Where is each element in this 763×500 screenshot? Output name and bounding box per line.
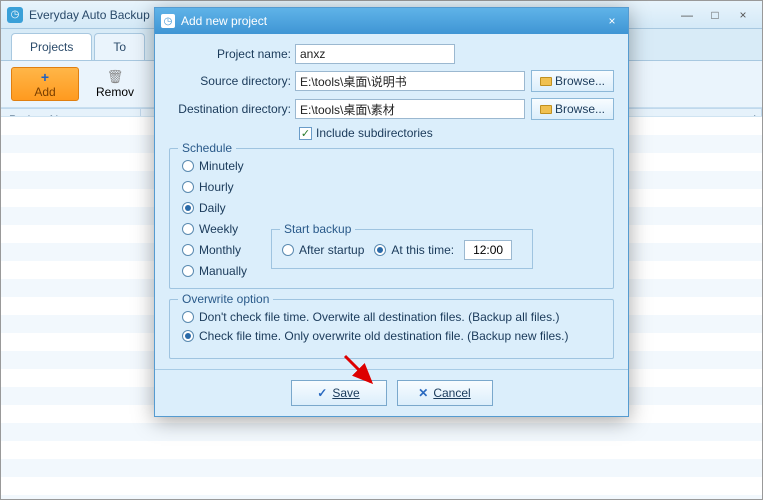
overwrite-fieldset: Overwrite option Don't check file time. … (169, 299, 614, 359)
browse-source-button[interactable]: Browse... (531, 70, 614, 92)
schedule-fieldset: Schedule Minutely Hourly Daily Weekly Mo… (169, 148, 614, 289)
include-sub-checkbox[interactable]: ✓ (299, 127, 312, 140)
add-label: Add (34, 85, 55, 99)
remove-button[interactable]: 🗑 Remov (81, 67, 149, 101)
tab-projects[interactable]: Projects (11, 33, 92, 60)
radio-overwrite-all[interactable]: Don't check file time. Overwite all dest… (182, 310, 601, 324)
remove-label: Remov (96, 85, 134, 99)
radio-overwrite-new[interactable]: Check file time. Only overwrite old dest… (182, 329, 601, 343)
check-icon: ✓ (317, 386, 327, 400)
dialog-title: Add new project (181, 14, 602, 28)
dialog-footer: ✓Save ✕Cancel (155, 369, 628, 416)
radio-at-this-time[interactable]: At this time: (374, 243, 454, 257)
overwrite-legend: Overwrite option (178, 292, 273, 306)
folder-icon (540, 77, 552, 86)
include-sub-label: Include subdirectories (316, 126, 433, 140)
dialog-icon: ◷ (161, 14, 175, 28)
project-name-input[interactable] (295, 44, 455, 64)
radio-weekly[interactable]: Weekly (182, 222, 247, 236)
save-button[interactable]: ✓Save (291, 380, 387, 406)
tab-tools[interactable]: To (94, 33, 145, 60)
trash-icon: 🗑 (107, 69, 124, 85)
dialog-close-button[interactable]: × (602, 13, 622, 29)
project-name-label: Project name: (169, 47, 295, 61)
source-dir-input[interactable] (295, 71, 525, 91)
folder-icon (540, 105, 552, 114)
browse-dest-button[interactable]: Browse... (531, 98, 614, 120)
close-button[interactable]: × (730, 6, 756, 24)
source-dir-label: Source directory: (169, 74, 295, 88)
start-backup-legend: Start backup (280, 222, 355, 236)
radio-daily[interactable]: Daily (182, 201, 247, 215)
maximize-button[interactable]: □ (702, 6, 728, 24)
plus-icon: + (41, 69, 49, 85)
radio-minutely[interactable]: Minutely (182, 159, 247, 173)
radio-hourly[interactable]: Hourly (182, 180, 247, 194)
start-backup-fieldset: Start backup After startup At this time: (271, 229, 533, 269)
add-button[interactable]: + Add (11, 67, 79, 101)
schedule-legend: Schedule (178, 141, 236, 155)
x-icon: ✕ (418, 386, 428, 400)
cancel-button[interactable]: ✕Cancel (397, 380, 493, 406)
radio-after-startup[interactable]: After startup (282, 243, 364, 257)
app-icon: ◷ (7, 7, 23, 23)
dest-dir-label: Destination directory: (169, 102, 295, 116)
time-input[interactable] (464, 240, 512, 260)
minimize-button[interactable]: — (674, 6, 700, 24)
add-project-dialog: ◷ Add new project × Project name: Source… (154, 7, 629, 417)
dialog-titlebar[interactable]: ◷ Add new project × (155, 8, 628, 34)
radio-monthly[interactable]: Monthly (182, 243, 247, 257)
dest-dir-input[interactable] (295, 99, 525, 119)
radio-manually[interactable]: Manually (182, 264, 247, 278)
